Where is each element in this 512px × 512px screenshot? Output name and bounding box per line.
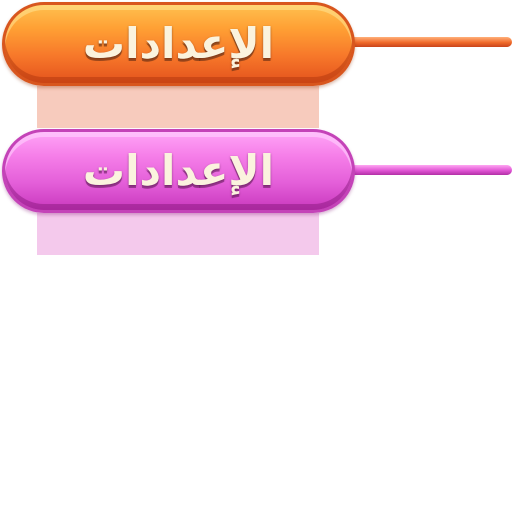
game-ui-canvas: الإعدادات الإعدادات — [0, 0, 512, 512]
settings-button-orange[interactable]: الإعدادات — [2, 2, 355, 86]
pink-connector-bar — [340, 165, 512, 175]
settings-button-orange-label: الإعدادات — [82, 19, 275, 68]
orange-connector-bar — [340, 37, 512, 47]
settings-button-pink-label: الإعدادات — [82, 146, 275, 195]
settings-button-pink[interactable]: الإعدادات — [2, 129, 355, 213]
orange-backdrop-panel — [37, 86, 319, 128]
pink-backdrop-panel — [37, 213, 319, 255]
